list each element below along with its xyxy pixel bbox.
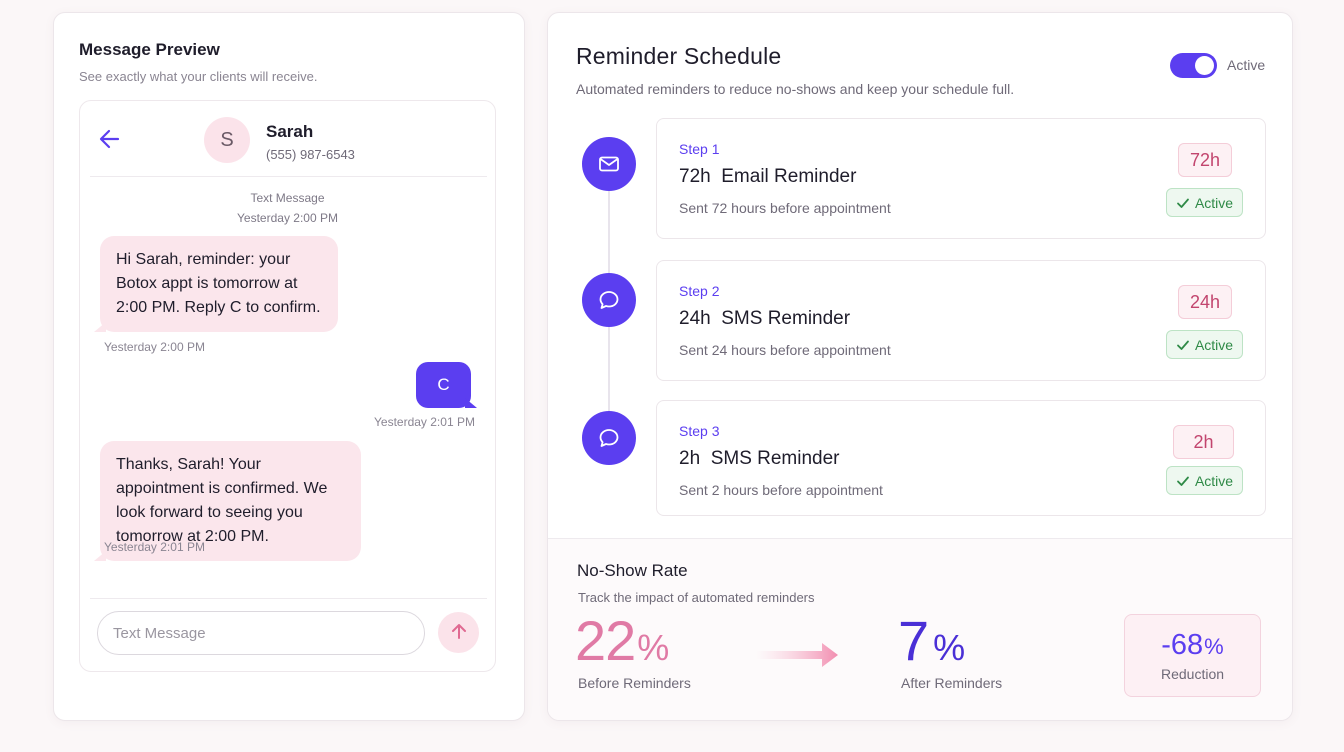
after-value: 7 <box>898 609 930 672</box>
check-icon <box>1177 340 1189 350</box>
reduction-unit: % <box>1204 634 1224 659</box>
message-timestamp: Yesterday 2:01 PM <box>104 540 205 554</box>
time-badge: 2h <box>1173 425 1234 459</box>
step-card[interactable]: Step 2 24h SMS Reminder Sent 24 hours be… <box>656 260 1266 381</box>
step-description: Sent 72 hours before appointment <box>679 200 891 216</box>
preview-subtitle: See exactly what your clients will recei… <box>79 69 318 84</box>
before-label: Before Reminders <box>578 675 691 691</box>
phone-preview: S Sarah (555) 987-6543 Text Message Yest… <box>79 100 496 672</box>
message-input[interactable] <box>97 611 425 655</box>
thread-time: Yesterday 2:00 PM <box>237 211 338 225</box>
contact-phone: (555) 987-6543 <box>266 147 355 162</box>
toggle-label: Active <box>1227 57 1266 73</box>
step-card[interactable]: Step 3 2h SMS Reminder Sent 2 hours befo… <box>656 400 1266 516</box>
send-button[interactable] <box>438 612 479 653</box>
contact-name: Sarah <box>266 122 314 141</box>
chat-icon <box>582 273 636 327</box>
divider <box>90 176 487 177</box>
reminder-schedule-card: Reminder Schedule Automated reminders to… <box>547 12 1293 721</box>
divider <box>90 598 487 599</box>
step-number: Step 1 <box>679 141 720 157</box>
after-label: After Reminders <box>901 675 1003 691</box>
message-bubble-outgoing: C <box>416 362 477 408</box>
noshow-subtitle: Track the impact of automated reminders <box>578 590 815 605</box>
step-number: Step 2 <box>679 283 720 299</box>
noshow-title: No-Show Rate <box>577 561 688 580</box>
check-icon <box>1177 198 1189 208</box>
before-rate: 22% <box>575 609 669 678</box>
time-badge: 24h <box>1178 285 1232 319</box>
step-name: 24h SMS Reminder <box>679 308 851 329</box>
status-badge: Active <box>1166 466 1243 495</box>
step-number: Step 3 <box>679 423 720 439</box>
before-unit: % <box>637 627 669 668</box>
status-label: Active <box>1194 336 1234 353</box>
step-name: 2h SMS Reminder <box>679 448 840 469</box>
arrow-right-icon <box>756 640 838 670</box>
message-timestamp: Yesterday 2:01 PM <box>374 415 475 429</box>
reduction-label: Reduction <box>1160 666 1225 682</box>
message-preview-card: Message Preview See exactly what your cl… <box>53 12 525 721</box>
check-icon <box>1177 476 1189 486</box>
schedule-subtitle: Automated reminders to reduce no-shows a… <box>576 81 1015 97</box>
time-badge: 72h <box>1178 143 1232 177</box>
message-bubble-incoming: Hi Sarah, reminder: your Botox appt is t… <box>94 236 338 332</box>
arrow-up-icon <box>449 621 469 644</box>
mail-icon <box>582 137 636 191</box>
step-description: Sent 2 hours before appointment <box>679 482 883 498</box>
divider <box>548 538 1292 539</box>
status-label: Active <box>1194 472 1234 489</box>
step-name: 72h Email Reminder <box>679 166 857 187</box>
reduction-value: -68% <box>1125 629 1260 662</box>
schedule-title: Reminder Schedule <box>576 43 782 69</box>
reduction-box: -68% Reduction <box>1124 614 1261 697</box>
after-rate: 7% <box>898 611 965 678</box>
before-value: 22 <box>575 609 636 672</box>
thread-label: Text Message <box>250 191 325 205</box>
reduction-number: -68 <box>1161 629 1204 661</box>
avatar: S <box>204 117 250 163</box>
status-label: Active <box>1194 194 1234 211</box>
preview-title: Message Preview <box>79 40 220 59</box>
step-card[interactable]: Step 1 72h Email Reminder Sent 72 hours … <box>656 118 1266 239</box>
status-badge: Active <box>1166 188 1243 217</box>
arrow-left-icon[interactable] <box>96 125 124 153</box>
after-unit: % <box>933 627 966 668</box>
status-badge: Active <box>1166 330 1243 359</box>
step-description: Sent 24 hours before appointment <box>679 342 891 358</box>
chat-icon <box>582 411 636 465</box>
active-toggle[interactable] <box>1170 53 1217 78</box>
message-timestamp: Yesterday 2:00 PM <box>104 340 205 354</box>
